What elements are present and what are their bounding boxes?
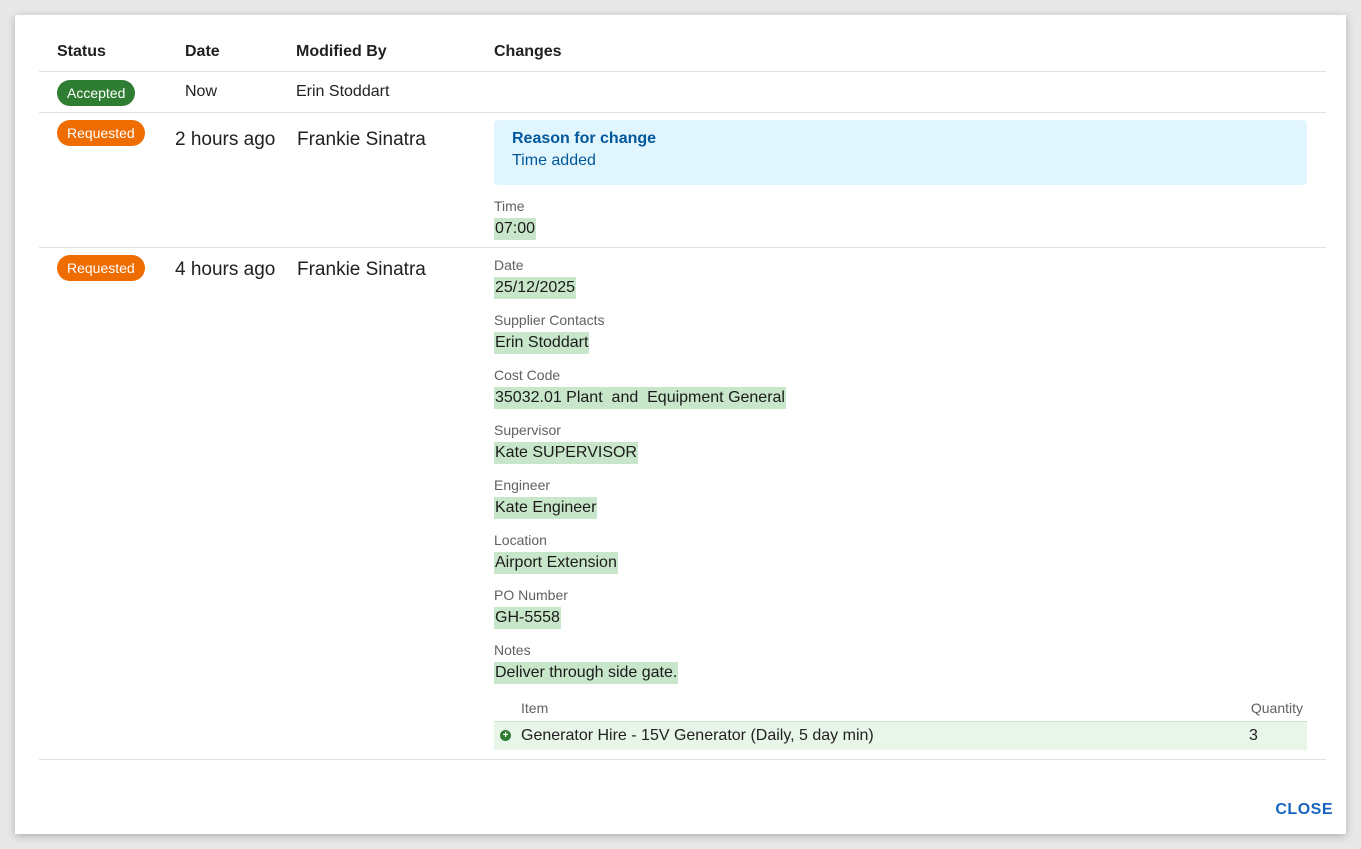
- table-row: Requested 2 hours ago Frankie Sinatra Re…: [39, 113, 1326, 248]
- change-field: Date 25/12/2025: [494, 256, 1307, 299]
- field-value: 07:00: [494, 218, 537, 240]
- items-header-quantity: Quantity: [1250, 700, 1303, 716]
- field-label: Supervisor: [494, 422, 561, 438]
- table-row: Requested 4 hours ago Frankie Sinatra Da…: [39, 248, 1326, 760]
- change-field: Cost Code 35032.01 Plant and Equipment G…: [494, 366, 1307, 409]
- change-history-dialog: Status Date Modified By Changes Accepted…: [15, 15, 1346, 834]
- items-header-item: Item: [521, 700, 549, 716]
- close-button[interactable]: CLOSE: [1275, 801, 1333, 819]
- reason-text: Time added: [512, 152, 596, 169]
- field-label: PO Number: [494, 587, 568, 603]
- field-label: Notes: [494, 642, 531, 658]
- table-header: Status Date Modified By Changes: [39, 15, 1326, 72]
- field-value: Erin Stoddart: [494, 332, 590, 354]
- row-modified-by: Erin Stoddart: [296, 83, 390, 100]
- item-name: Generator Hire - 15V Generator (Daily, 5…: [521, 727, 874, 744]
- reason-box: Reason for change Time added: [494, 120, 1307, 185]
- change-field: PO Number GH-5558: [494, 586, 1307, 629]
- field-label: Location: [494, 532, 547, 548]
- field-value: Kate Engineer: [494, 497, 598, 519]
- field-label: Supplier Contacts: [494, 312, 605, 328]
- header-date: Date: [185, 43, 220, 60]
- change-field: Location Airport Extension: [494, 531, 1307, 574]
- row-date: 2 hours ago: [175, 129, 276, 150]
- history-table: Status Date Modified By Changes Accepted…: [39, 15, 1326, 760]
- status-badge: Requested: [57, 255, 145, 281]
- field-label: Date: [494, 257, 524, 273]
- row-date: 4 hours ago: [175, 259, 276, 280]
- status-badge: Requested: [57, 120, 145, 146]
- field-label: Cost Code: [494, 367, 561, 383]
- change-field: Notes Deliver through side gate.: [494, 641, 1307, 684]
- change-field: Supplier Contacts Erin Stoddart: [494, 311, 1307, 354]
- field-value: Kate SUPERVISOR: [494, 442, 638, 464]
- row-modified-by: Frankie Sinatra: [297, 129, 426, 150]
- row-changes: Date 25/12/2025 Supplier Contacts Erin S…: [494, 244, 1307, 750]
- reason-title: Reason for change: [512, 130, 657, 147]
- field-value: Airport Extension: [494, 552, 618, 574]
- plus-circle-icon: +: [500, 730, 511, 741]
- field-label: Engineer: [494, 477, 551, 493]
- row-changes: Reason for change Time added Time 07:00: [494, 120, 1307, 240]
- table-row: Accepted Now Erin Stoddart: [39, 72, 1326, 113]
- field-label: Time: [494, 198, 525, 214]
- header-changes: Changes: [494, 43, 562, 60]
- change-field: Engineer Kate Engineer: [494, 476, 1307, 519]
- items-table: Item Quantity + Generator Hire - 15V Gen…: [494, 696, 1307, 750]
- row-date: Now: [185, 83, 218, 100]
- row-modified-by: Frankie Sinatra: [297, 259, 426, 280]
- change-field: Supervisor Kate SUPERVISOR: [494, 421, 1307, 464]
- field-value: Deliver through side gate.: [494, 662, 679, 684]
- change-field: Time 07:00: [494, 197, 1307, 240]
- field-value: 35032.01 Plant and Equipment General: [494, 387, 786, 409]
- header-modified-by: Modified By: [296, 43, 387, 60]
- header-status: Status: [57, 43, 106, 60]
- item-row: + Generator Hire - 15V Generator (Daily,…: [494, 722, 1307, 750]
- items-header: Item Quantity: [494, 696, 1307, 722]
- item-quantity: 3: [1249, 727, 1258, 744]
- field-value: 25/12/2025: [494, 277, 577, 299]
- status-badge: Accepted: [57, 80, 136, 106]
- field-value: GH-5558: [494, 607, 561, 629]
